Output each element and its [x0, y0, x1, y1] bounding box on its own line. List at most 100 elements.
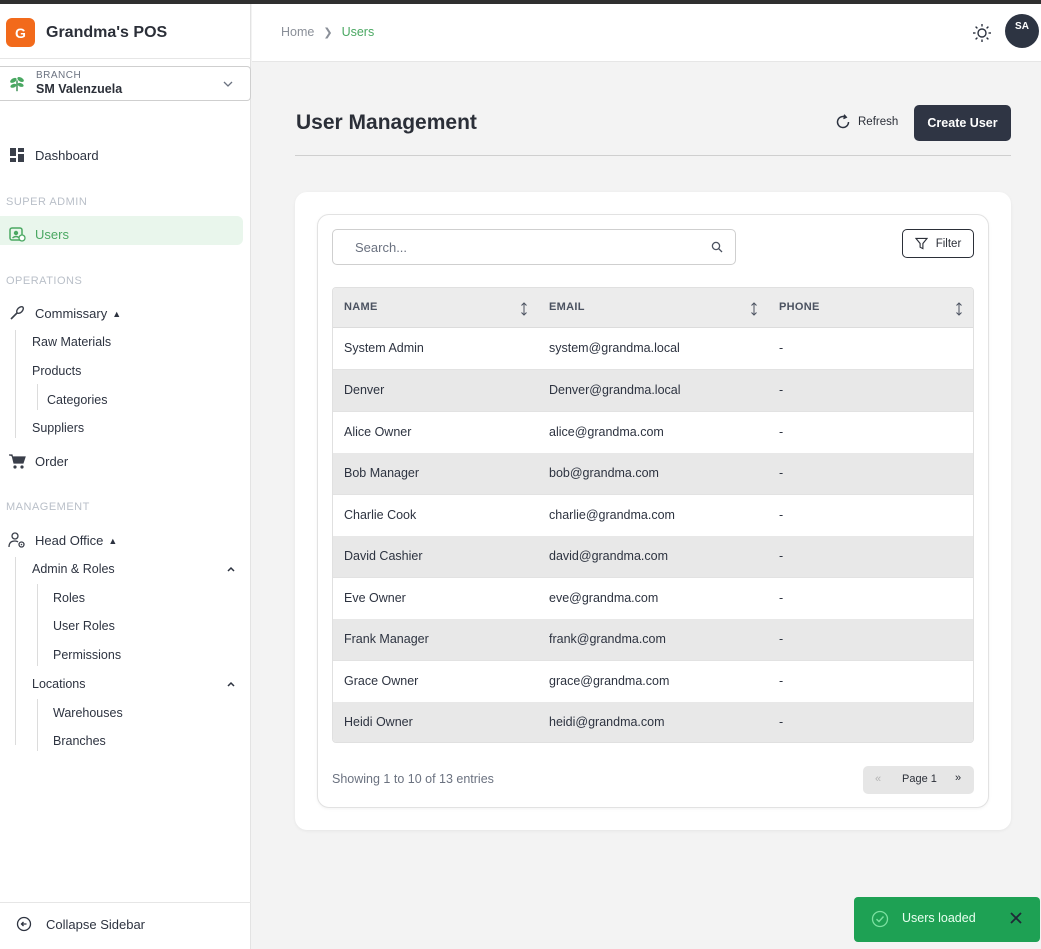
- search-input[interactable]: [332, 229, 736, 265]
- sidebar-item-branches[interactable]: Branches: [53, 734, 106, 748]
- dashboard-icon: [8, 146, 26, 164]
- brand[interactable]: G Grandma's POS: [6, 18, 167, 47]
- cell-email: system@grandma.local: [549, 341, 680, 355]
- cell-name: David Cashier: [344, 549, 423, 563]
- cell-email: frank@grandma.com: [549, 632, 666, 646]
- tree-line: [15, 557, 16, 745]
- cell-email: eve@grandma.com: [549, 591, 659, 605]
- brand-logo: G: [6, 18, 35, 47]
- sidebar-item-order[interactable]: Order: [8, 452, 68, 470]
- table-row[interactable]: Heidi Owner heidi@grandma.com -: [333, 702, 973, 742]
- cart-icon: [8, 452, 26, 470]
- collapse-sidebar-button[interactable]: Collapse Sidebar: [0, 902, 251, 945]
- sidebar-item-warehouses[interactable]: Warehouses: [53, 706, 123, 720]
- cell-email: heidi@grandma.com: [549, 715, 665, 729]
- cell-email: bob@grandma.com: [549, 466, 659, 480]
- sidebar-item-admin-roles[interactable]: Admin & Roles: [32, 562, 115, 576]
- cell-name: Alice Owner: [344, 425, 412, 439]
- sidebar-item-permissions[interactable]: Permissions: [53, 648, 121, 662]
- table-header: NAME EMAIL PHONE: [333, 288, 973, 328]
- sidebar-item-suppliers[interactable]: Suppliers: [32, 421, 84, 435]
- pagination: « Page 1 »: [863, 766, 974, 794]
- branch-selector[interactable]: BRANCH SM Valenzuela: [0, 66, 251, 101]
- cell-email: alice@grandma.com: [549, 425, 664, 439]
- sort-icon[interactable]: [955, 302, 963, 316]
- current-page[interactable]: Page 1: [902, 773, 937, 785]
- pagination-summary: Showing 1 to 10 of 13 entries: [332, 772, 494, 786]
- cell-phone: -: [779, 591, 784, 605]
- sidebar-item-user-roles[interactable]: User Roles: [53, 619, 115, 633]
- close-icon[interactable]: [1009, 911, 1023, 925]
- sidebar-item-commissary[interactable]: Commissary ▲: [8, 304, 121, 322]
- sidebar-item-locations[interactable]: Locations: [32, 677, 86, 691]
- table-row[interactable]: Eve Owner eve@grandma.com -: [333, 578, 973, 620]
- sidebar-item-dashboard[interactable]: Dashboard: [8, 146, 99, 164]
- section-operations: OPERATIONS: [6, 275, 83, 287]
- table-row[interactable]: System Admin system@grandma.local -: [333, 328, 973, 370]
- cell-phone: -: [779, 549, 784, 563]
- filter-button[interactable]: Filter: [902, 229, 974, 258]
- filter-label: Filter: [935, 237, 962, 250]
- cell-name: System Admin: [344, 341, 424, 355]
- breadcrumb-home[interactable]: Home: [281, 25, 314, 39]
- next-page-button[interactable]: »: [955, 772, 961, 784]
- sidebar-item-raw-materials[interactable]: Raw Materials: [32, 335, 111, 349]
- users-table: NAME EMAIL PHONE System Admin system@gra…: [332, 287, 974, 743]
- sidebar-item-categories[interactable]: Categories: [47, 393, 107, 407]
- cell-phone: -: [779, 341, 784, 355]
- sort-icon[interactable]: [750, 302, 758, 316]
- cell-phone: -: [779, 425, 784, 439]
- chevron-up-icon[interactable]: [225, 678, 237, 690]
- cell-email: grace@grandma.com: [549, 674, 670, 688]
- check-circle-icon: [871, 910, 889, 928]
- refresh-button[interactable]: Refresh: [834, 113, 898, 131]
- column-header-phone[interactable]: PHONE: [779, 301, 820, 313]
- chevron-up-icon[interactable]: [225, 563, 237, 575]
- section-management: MANAGEMENT: [6, 501, 90, 513]
- column-header-name[interactable]: NAME: [344, 301, 378, 313]
- breadcrumb: Home ❯ Users: [281, 25, 374, 39]
- breadcrumb-current: Users: [341, 25, 375, 39]
- prev-page-button[interactable]: «: [875, 773, 881, 785]
- sidebar-item-roles[interactable]: Roles: [53, 591, 85, 605]
- branch-label: BRANCH: [36, 70, 82, 81]
- sun-icon[interactable]: [972, 23, 992, 43]
- app-name: Grandma's POS: [46, 23, 168, 41]
- sidebar-item-label: Order: [35, 453, 69, 469]
- avatar[interactable]: SA: [1005, 14, 1039, 48]
- sort-icon[interactable]: [520, 302, 528, 316]
- table-row[interactable]: David Cashier david@grandma.com -: [333, 536, 973, 578]
- cell-phone: -: [779, 674, 784, 688]
- table-row[interactable]: Charlie Cook charlie@grandma.com -: [333, 495, 973, 537]
- toast-message: Users loaded: [902, 911, 976, 925]
- whisk-icon: [8, 304, 26, 322]
- title-divider: [295, 155, 1011, 156]
- table-row[interactable]: Grace Owner grace@grandma.com -: [333, 661, 973, 703]
- refresh-icon: [836, 114, 850, 129]
- table-row[interactable]: Alice Owner alice@grandma.com -: [333, 412, 973, 454]
- cell-email: Denver@grandma.local: [549, 383, 681, 397]
- cell-phone: -: [779, 383, 784, 397]
- table-row[interactable]: Denver Denver@grandma.local -: [333, 370, 973, 412]
- cell-name: Frank Manager: [344, 632, 429, 646]
- sidebar-item-products[interactable]: Products: [32, 364, 81, 378]
- create-user-button[interactable]: Create User: [914, 105, 1011, 141]
- sidebar-item-users[interactable]: Users: [8, 225, 69, 243]
- sidebar-item-head-office[interactable]: Head Office ▲: [8, 531, 117, 549]
- table-row[interactable]: Bob Manager bob@grandma.com -: [333, 453, 973, 495]
- table-row[interactable]: Frank Manager frank@grandma.com -: [333, 619, 973, 661]
- chevron-right-icon: ❯: [323, 26, 333, 39]
- column-header-email[interactable]: EMAIL: [549, 301, 585, 313]
- cell-name: Eve Owner: [344, 591, 406, 605]
- search-icon: [711, 241, 723, 253]
- refresh-label: Refresh: [858, 116, 899, 128]
- caret-up-icon: ▲: [108, 536, 118, 547]
- cell-phone: -: [779, 715, 784, 729]
- tree-line: [15, 330, 16, 438]
- cell-name: Bob Manager: [344, 466, 420, 480]
- cell-name: Denver: [344, 383, 385, 397]
- tree-line: [37, 584, 38, 666]
- branch-value: SM Valenzuela: [36, 82, 123, 96]
- user-gear-icon: [8, 531, 26, 549]
- arrow-left-circle-icon: [16, 916, 32, 932]
